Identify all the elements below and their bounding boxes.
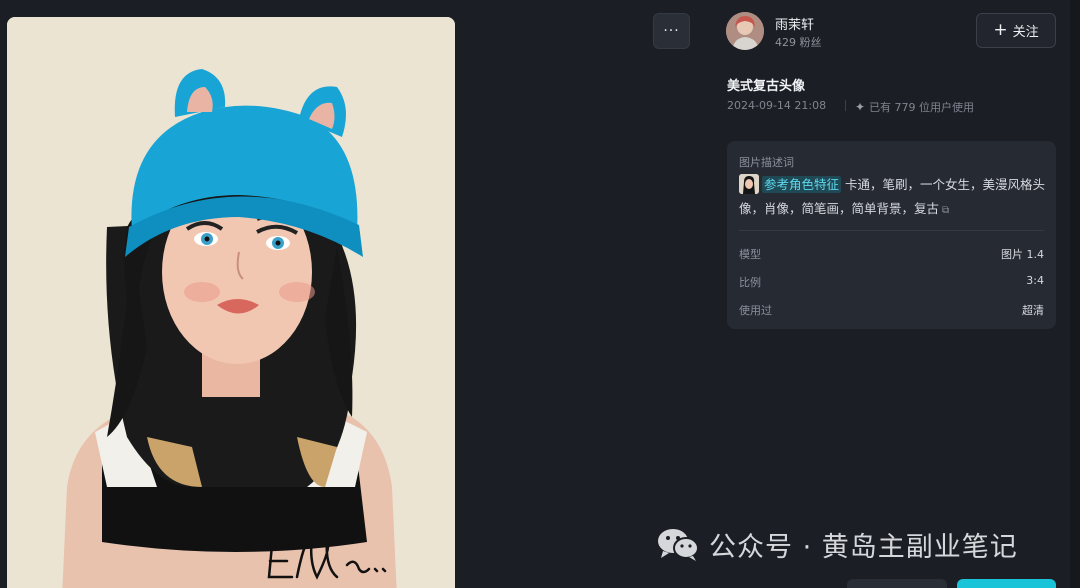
param-value: 超清 [1022, 304, 1044, 317]
work-title: 美式复古头像 [727, 79, 806, 94]
scrollbar-track[interactable] [1070, 0, 1080, 588]
watermark-text: 公众号 · 黄岛主副业笔记 [709, 531, 1018, 563]
param-value: 3:4 [1026, 274, 1044, 287]
param-key: 使用过 [739, 304, 772, 317]
prompt-card: 图片描述词 参考角色特征 卡通，笔刷，一个女生，美漫风格头像，肖像，简笔画，简单背… [727, 141, 1056, 329]
author-name[interactable]: 雨茉轩 [775, 14, 814, 33]
secondary-action-button[interactable] [847, 579, 947, 588]
plus-icon: + [993, 20, 1008, 40]
copy-icon[interactable]: ⧉ [942, 199, 949, 223]
more-icon: ··· [663, 23, 680, 39]
work-date: 2024-09-14 21:08 [727, 99, 827, 112]
param-row-used: 使用过 超清 [739, 302, 1044, 318]
follow-label: 关注 [1012, 25, 1039, 40]
reference-character-tag[interactable]: 参考角色特征 [762, 176, 842, 193]
prompt-text-block: 参考角色特征 卡通，笔刷，一个女生，美漫风格头像，肖像，简笔画，简单背景，复古 ⧉ [739, 173, 1047, 223]
generated-artwork[interactable] [7, 17, 455, 588]
follow-button[interactable]: + 关注 [976, 13, 1056, 48]
primary-action-button[interactable] [957, 579, 1056, 588]
more-options-button[interactable]: ··· [653, 13, 690, 49]
sparkle-icon: ✦ [855, 100, 866, 114]
usage-text: 已有 779 位用户使用 [869, 101, 975, 114]
usage-count: ✦ 已有 779 位用户使用 [855, 99, 974, 115]
param-value: 图片 1.4 [1001, 248, 1044, 261]
param-key: 比例 [739, 276, 761, 289]
card-divider [739, 230, 1044, 231]
param-key: 模型 [739, 248, 761, 261]
meta-divider [845, 100, 846, 111]
wechat-icon [657, 527, 699, 561]
author-avatar[interactable] [726, 12, 764, 50]
prompt-label: 图片描述词 [739, 156, 794, 169]
reference-thumbnail[interactable] [739, 174, 759, 194]
param-row-model: 模型 图片 1.4 [739, 246, 1044, 262]
watermark: 公众号 · 黄岛主副业笔记 [657, 524, 1018, 564]
author-fans-count: 429 粉丝 [775, 36, 822, 49]
param-row-ratio: 比例 3:4 [739, 274, 1044, 290]
